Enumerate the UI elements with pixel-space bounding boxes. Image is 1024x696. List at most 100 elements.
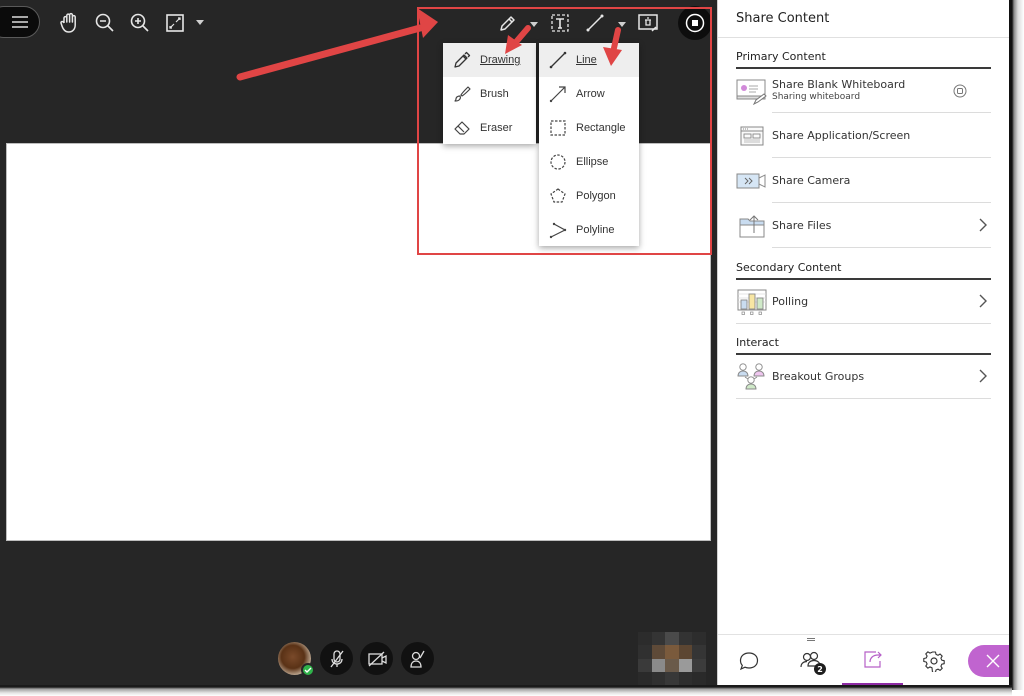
line-icon <box>549 51 567 69</box>
menu-icon <box>12 16 28 28</box>
video-pixel <box>665 671 679 685</box>
section-heading-primary: Primary Content <box>736 50 991 69</box>
hand-pan-icon <box>60 12 76 33</box>
shape-tool-button[interactable] <box>584 12 606 34</box>
video-pixel <box>638 671 652 685</box>
item-label: Breakout Groups <box>772 370 865 383</box>
divider <box>718 37 1010 38</box>
pencil-icon <box>454 51 471 68</box>
item-label: Share Camera <box>772 174 851 187</box>
polling-item[interactable]: Polling <box>736 279 991 324</box>
eraser-icon <box>454 121 470 135</box>
panel-title: Share Content <box>736 11 830 26</box>
zoom-in-button[interactable] <box>128 11 152 35</box>
share-blank-whiteboard-item[interactable]: Share Blank Whiteboard Sharing whiteboar… <box>736 68 991 113</box>
breakout-groups-item[interactable]: Breakout Groups <box>736 354 991 399</box>
stop-share-whiteboard-button[interactable] <box>953 83 967 98</box>
menu-item-ellipse[interactable]: Ellipse <box>539 145 639 179</box>
rectangle-icon <box>550 120 566 136</box>
menu-item-label: Line <box>576 54 597 66</box>
video-pixel <box>678 632 693 646</box>
tab-settings[interactable] <box>903 635 965 686</box>
polygon-icon <box>550 188 566 203</box>
video-pixel <box>638 658 652 672</box>
arrow-icon <box>549 86 566 103</box>
stop-share-icon <box>953 84 967 98</box>
raise-hand-icon <box>409 650 425 668</box>
tab-share-content[interactable] <box>842 635 903 686</box>
microphone-off-icon <box>329 649 344 667</box>
menu-item-arrow[interactable]: Arrow <box>539 77 639 111</box>
clear-whiteboard-icon <box>638 14 658 32</box>
clear-whiteboard-button[interactable] <box>636 12 660 34</box>
drag-handle[interactable] <box>807 638 815 641</box>
camera-toggle[interactable] <box>360 642 393 675</box>
shape-tool-menu: Line Arrow Rectangle Ellipse Polygon Pol… <box>539 43 639 246</box>
drawing-tool-button[interactable] <box>496 11 520 35</box>
share-application-screen-item[interactable]: Share Application/Screen <box>736 113 991 158</box>
item-label: Share Blank Whiteboard <box>772 78 906 91</box>
chat-icon <box>739 651 759 670</box>
menu-item-polygon[interactable]: Polygon <box>539 179 639 213</box>
settings-icon <box>923 650 945 672</box>
menu-item-label: Polygon <box>576 190 616 202</box>
camera-share-icon <box>736 166 768 196</box>
microphone-toggle[interactable] <box>320 642 353 675</box>
polyline-icon <box>549 222 567 239</box>
video-pixel <box>651 671 666 685</box>
share-camera-item[interactable]: Share Camera <box>736 158 991 203</box>
video-pixel <box>692 671 706 685</box>
menu-item-label: Eraser <box>480 122 513 134</box>
raise-hand-button[interactable] <box>401 642 434 675</box>
zoom-in-icon <box>130 13 149 32</box>
whiteboard-icon <box>736 76 768 106</box>
screen-share-icon <box>736 121 768 151</box>
drawing-tool-dropdown[interactable] <box>529 20 539 28</box>
tab-attendees[interactable]: 2 <box>780 635 842 686</box>
status-badge <box>301 663 315 677</box>
menu-item-eraser[interactable]: Eraser <box>443 111 536 145</box>
chevron-right-icon <box>979 294 987 308</box>
video-pixel <box>692 645 706 659</box>
stop-sharing-button[interactable] <box>678 6 712 40</box>
self-video-preview[interactable] <box>638 632 706 685</box>
menu-item-drawing[interactable]: Drawing <box>443 43 536 77</box>
zoom-options-dropdown[interactable] <box>194 17 206 27</box>
video-pixel <box>678 671 693 685</box>
brush-icon <box>454 86 471 102</box>
video-pixel <box>692 658 706 672</box>
pan-button[interactable] <box>58 11 82 35</box>
fit-screen-button[interactable] <box>163 11 187 35</box>
menu-item-brush[interactable]: Brush <box>443 77 536 111</box>
menu-item-label: Brush <box>480 88 509 100</box>
polling-icon <box>736 287 768 317</box>
text-tool-button[interactable] <box>549 12 571 34</box>
zoom-out-button[interactable] <box>93 11 117 35</box>
share-files-item[interactable]: Share Files <box>736 203 991 248</box>
ellipse-icon <box>550 154 566 170</box>
tab-chat[interactable] <box>718 635 780 686</box>
chevron-right-icon <box>979 218 987 232</box>
video-pixel <box>651 658 666 672</box>
panel-tab-bar: 2 <box>718 634 1018 686</box>
close-icon <box>986 654 1000 668</box>
window-edge-shadow <box>1009 0 1024 690</box>
menu-item-label: Arrow <box>576 88 605 100</box>
divider <box>736 323 991 324</box>
window-edge-shadow <box>0 685 1012 696</box>
menu-item-line[interactable]: Line <box>539 43 639 77</box>
video-pixel <box>651 632 666 646</box>
menu-button[interactable] <box>0 6 40 38</box>
menu-item-label: Polyline <box>576 224 615 236</box>
shape-tool-dropdown[interactable] <box>617 20 627 28</box>
app-window: Drawing Brush Eraser Line Arrow Rectangl… <box>0 0 1024 696</box>
menu-item-rectangle[interactable]: Rectangle <box>539 111 639 145</box>
video-pixel <box>638 645 652 659</box>
folder-upload-icon <box>736 211 768 241</box>
section-heading-secondary: Secondary Content <box>736 261 991 280</box>
menu-item-label: Drawing <box>480 54 521 66</box>
breakout-groups-icon <box>736 362 768 392</box>
attendee-count-badge: 2 <box>814 663 826 675</box>
menu-item-polyline[interactable]: Polyline <box>539 213 639 247</box>
video-pixel <box>665 645 679 659</box>
